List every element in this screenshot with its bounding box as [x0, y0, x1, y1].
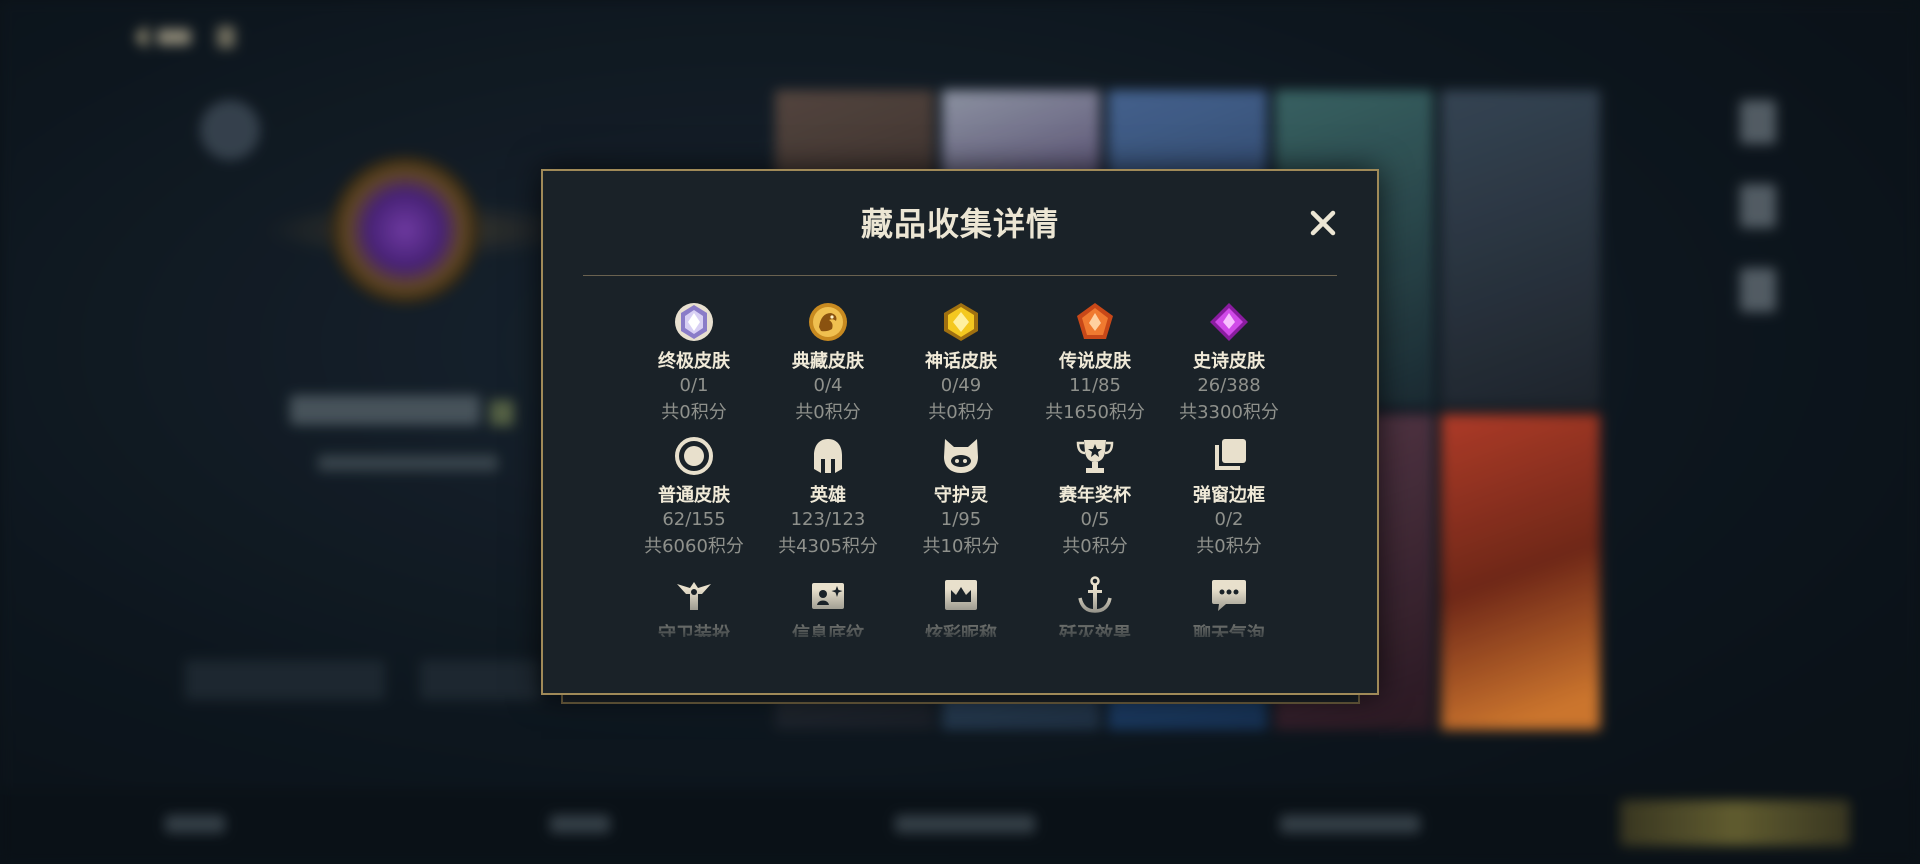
- item-label: 歼灭效果: [1059, 624, 1131, 637]
- bottom-action-button: [1620, 800, 1850, 846]
- item-points: 共4305积分: [778, 536, 878, 557]
- bottom-tab: [1280, 815, 1420, 833]
- bottom-tab: [895, 815, 1035, 833]
- item-count: 0/1: [679, 375, 709, 396]
- background-badge: [200, 100, 260, 160]
- item-points: 共0积分: [795, 402, 861, 423]
- item-count: 62/155: [662, 509, 726, 530]
- item-count: 0/2: [1214, 509, 1244, 530]
- collection-item-ultimate-skin[interactable]: 终极皮肤 0/1 共0积分: [634, 301, 754, 424]
- bottom-tab: [165, 815, 225, 833]
- item-points: 共10积分: [922, 536, 1000, 557]
- collection-detail-modal: 藏品收集详情 终极皮肤 0/1 共0积分 典藏皮肤 0/4 共0积分 神话皮肤 …: [541, 169, 1379, 695]
- collection-item-mythic-skin[interactable]: 神话皮肤 0/49 共0积分: [901, 301, 1021, 424]
- ward-icon: [673, 574, 715, 616]
- side-icon: [1740, 100, 1776, 144]
- item-points: 共1650积分: [1045, 402, 1145, 423]
- collection-item-epic-skin[interactable]: 史诗皮肤 26/388 共3300积分: [1169, 301, 1289, 424]
- item-points: 共6060积分: [644, 536, 744, 557]
- item-label: 炫彩昵称: [925, 624, 997, 637]
- circle-icon: [673, 435, 715, 477]
- item-label: 神话皮肤: [925, 351, 997, 372]
- item-label: 守护灵: [934, 485, 988, 506]
- item-label: 英雄: [810, 485, 846, 506]
- back-label-blurred: [157, 29, 192, 45]
- item-label: 赛年奖杯: [1059, 485, 1131, 506]
- anchor-icon: [1074, 574, 1116, 616]
- close-icon: [1310, 210, 1336, 236]
- trophy-icon: [1074, 435, 1116, 477]
- collection-item-season-trophy[interactable]: 赛年奖杯 0/5 共0积分: [1035, 435, 1155, 558]
- crown-frame-icon: [940, 574, 982, 616]
- collection-item-normal-skin[interactable]: 普通皮肤 62/155 共6060积分: [634, 435, 754, 558]
- item-points: 共0积分: [928, 402, 994, 423]
- card-sparkle-icon: [807, 574, 849, 616]
- collection-item-chat-bubble[interactable]: 聊天气泡: [1169, 574, 1289, 637]
- item-points: 共0积分: [1062, 536, 1128, 557]
- item-count: 0/4: [813, 375, 843, 396]
- side-toolbar: [1740, 100, 1780, 312]
- item-count: 0/49: [940, 375, 982, 396]
- epic-gem-icon: [1208, 301, 1250, 343]
- collection-item-profile-banner[interactable]: 信息底纹: [768, 574, 888, 637]
- player-subtitle-blurred: [318, 455, 498, 471]
- dragon-medallion-icon: [807, 301, 849, 343]
- item-points: 共0积分: [1196, 536, 1262, 557]
- helmet-icon: [807, 435, 849, 477]
- chat-bubble-icon: [1208, 574, 1250, 616]
- back-button[interactable]: [135, 20, 235, 54]
- collection-item-elimination-effect[interactable]: 歼灭效果: [1035, 574, 1155, 637]
- ultimate-gem-icon: [673, 301, 715, 343]
- collection-item-color-name[interactable]: 炫彩昵称: [901, 574, 1021, 637]
- collection-item-prestige-skin[interactable]: 典藏皮肤 0/4 共0积分: [768, 301, 888, 424]
- item-label: 终极皮肤: [658, 351, 730, 372]
- item-count: 11/85: [1069, 375, 1121, 396]
- close-button[interactable]: [1307, 207, 1339, 239]
- title-divider: [583, 275, 1337, 276]
- item-label: 史诗皮肤: [1193, 351, 1265, 372]
- item-label: 典藏皮肤: [792, 351, 864, 372]
- item-count: 26/388: [1197, 375, 1261, 396]
- skin-tile: [1441, 414, 1600, 730]
- player-tag-blurred: [490, 400, 514, 426]
- item-points: 共0积分: [661, 402, 727, 423]
- item-count: 0/5: [1080, 509, 1110, 530]
- item-label: 普通皮肤: [658, 485, 730, 506]
- pet-icon: [940, 435, 982, 477]
- nav-icon: [217, 26, 235, 48]
- collection-item-popup-frame[interactable]: 弹窗边框 0/2 共0积分: [1169, 435, 1289, 558]
- side-icon: [1740, 268, 1776, 312]
- back-arrow-icon: [135, 25, 147, 49]
- item-count: 1/95: [940, 509, 982, 530]
- modal-title: 藏品收集详情: [860, 205, 1059, 243]
- collection-item-ward-skin[interactable]: 守卫装扮: [634, 574, 754, 637]
- item-label: 聊天气泡: [1193, 624, 1265, 637]
- item-label: 弹窗边框: [1193, 485, 1265, 506]
- item-label: 传说皮肤: [1059, 351, 1131, 372]
- collection-item-champion[interactable]: 英雄 123/123 共4305积分: [768, 435, 888, 558]
- item-count: 123/123: [790, 509, 866, 530]
- mythic-gem-icon: [940, 301, 982, 343]
- side-icon: [1740, 184, 1776, 228]
- background-button-1: [185, 660, 385, 700]
- bottom-tab: [550, 815, 610, 833]
- collection-item-legendary-skin[interactable]: 传说皮肤 11/85 共1650积分: [1035, 301, 1155, 424]
- player-name-blurred: [290, 395, 480, 425]
- stacked-frames-icon: [1208, 435, 1250, 477]
- collection-grid: 终极皮肤 0/1 共0积分 典藏皮肤 0/4 共0积分 神话皮肤 0/49 共0…: [543, 301, 1377, 637]
- item-label: 守卫装扮: [658, 624, 730, 637]
- avatar: [330, 155, 480, 305]
- legendary-gem-icon: [1074, 301, 1116, 343]
- skin-tile: [1441, 90, 1600, 406]
- item-label: 信息底纹: [792, 624, 864, 637]
- background-button-2: [420, 660, 540, 700]
- collection-item-guardian[interactable]: 守护灵 1/95 共10积分: [901, 435, 1021, 558]
- item-points: 共3300积分: [1179, 402, 1279, 423]
